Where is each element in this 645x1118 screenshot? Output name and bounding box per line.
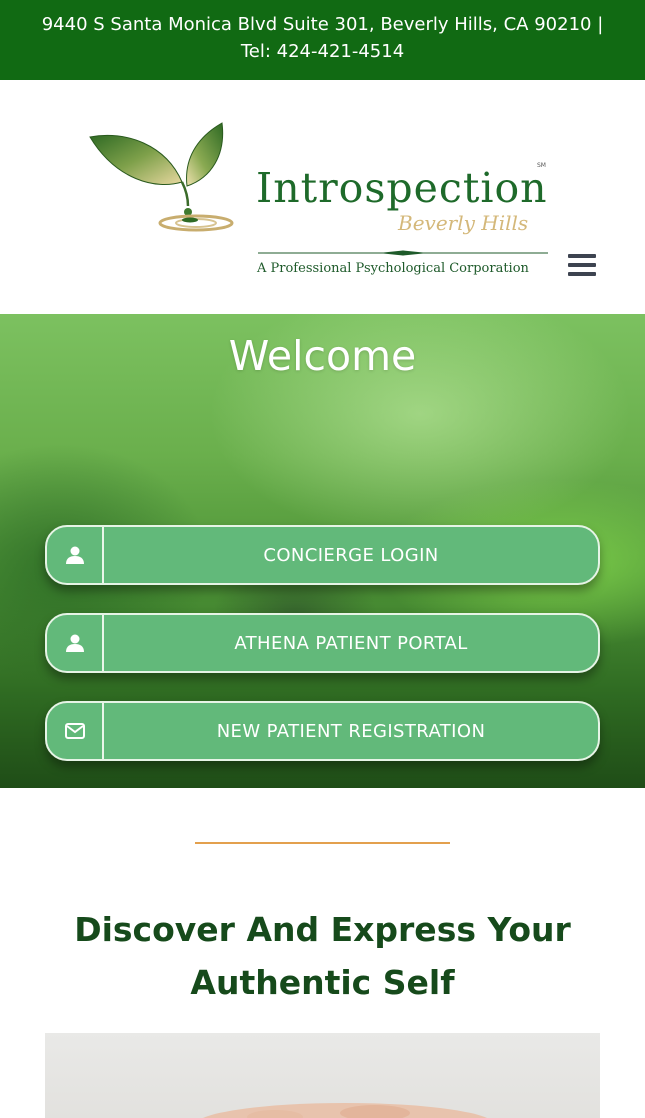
site-header: Introspection SM Beverly Hills A Profess… — [0, 80, 645, 314]
section-heading: Discover And Express Your Authentic Self — [74, 910, 571, 1002]
envelope-icon — [47, 703, 104, 759]
contact-bar: 9440 S Santa Monica Blvd Suite 301, Beve… — [0, 0, 645, 80]
logo-tagline: A Professional Psychological Corporation — [257, 261, 529, 276]
leaf-logo-icon — [89, 122, 234, 232]
user-icon — [47, 615, 104, 671]
hero-title: Welcome — [228, 332, 417, 380]
logo-title: Introspection — [256, 164, 548, 212]
logo-trademark: SM — [537, 162, 546, 169]
logo-ornament-rule — [258, 250, 548, 256]
menu-bar — [568, 263, 596, 267]
logo[interactable]: Introspection SM Beverly Hills A Profess… — [86, 120, 556, 276]
hamburger-menu-icon[interactable] — [568, 254, 596, 278]
concierge-login-button[interactable]: CONCIERGE LOGIN — [45, 525, 600, 585]
athena-patient-portal-label: ATHENA PATIENT PORTAL — [234, 632, 468, 654]
new-patient-registration-label: NEW PATIENT REGISTRATION — [216, 720, 486, 742]
section-divider — [195, 842, 450, 844]
menu-bar — [568, 254, 596, 258]
contact-text: 9440 S Santa Monica Blvd Suite 301, Beve… — [41, 14, 604, 62]
logo-subtitle: Beverly Hills — [398, 211, 529, 235]
new-patient-registration-button[interactable]: NEW PATIENT REGISTRATION — [45, 701, 600, 761]
athena-patient-portal-button[interactable]: ATHENA PATIENT PORTAL — [45, 613, 600, 673]
welcome-hero: Welcome CONCIERGE LOGIN ATHENA PATIENT P… — [0, 314, 645, 788]
user-icon — [47, 527, 104, 583]
hands-photo — [45, 1033, 600, 1118]
concierge-login-label: CONCIERGE LOGIN — [263, 544, 439, 566]
menu-bar — [568, 272, 596, 276]
